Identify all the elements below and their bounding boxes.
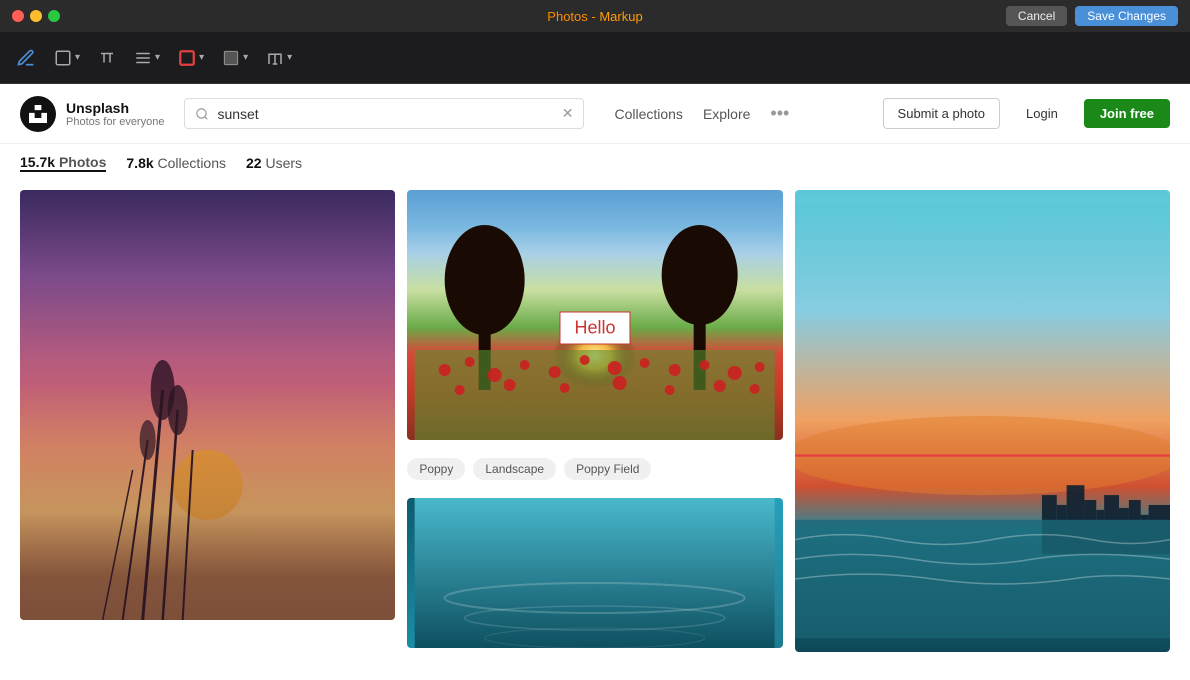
collections-tab[interactable]: 7.8k Collections xyxy=(126,155,226,171)
brand-name: Unsplash xyxy=(66,100,164,116)
minimize-button[interactable] xyxy=(30,10,42,22)
photo-grid: Hello Poppy Landscape Poppy Field xyxy=(0,182,1190,672)
close-button[interactable] xyxy=(12,10,24,22)
photos-tab[interactable]: 15.7k Photos xyxy=(20,154,106,172)
toolbar: ▾ ▾ ▾ ▾ ▾ xyxy=(0,32,1190,84)
search-bar[interactable]: ✕ xyxy=(184,98,584,129)
photos-label: Photos xyxy=(59,154,106,170)
join-free-button[interactable]: Join free xyxy=(1084,99,1170,128)
pen-tool[interactable] xyxy=(16,48,36,68)
photo-1[interactable] xyxy=(20,190,395,620)
font-chevron: ▾ xyxy=(287,52,292,63)
tag-poppy[interactable]: Poppy xyxy=(407,458,465,480)
search-input[interactable] xyxy=(217,106,553,122)
text-tool[interactable] xyxy=(98,49,116,67)
collections-label: Collections xyxy=(158,155,226,171)
logo-text: Unsplash Photos for everyone xyxy=(66,100,164,128)
photos-count: 15.7k xyxy=(20,154,55,170)
search-icon xyxy=(195,107,209,121)
window-title: Photos - Markup xyxy=(547,9,642,24)
shape-chevron: ▾ xyxy=(75,52,80,63)
photo-col-middle: Hello Poppy Landscape Poppy Field xyxy=(407,190,782,652)
cancel-button[interactable]: Cancel xyxy=(1006,6,1067,26)
login-button[interactable]: Login xyxy=(1012,99,1072,128)
app-name: Photos xyxy=(547,9,587,24)
content-area: Unsplash Photos for everyone ✕ Collectio… xyxy=(0,84,1190,680)
fill-color-tool[interactable]: ▾ xyxy=(222,49,248,67)
brand-subtitle: Photos for everyone xyxy=(66,116,164,128)
users-tab[interactable]: 22 Users xyxy=(246,155,302,171)
title-separator: - xyxy=(591,9,599,24)
unsplash-logo: Unsplash Photos for everyone xyxy=(20,96,164,132)
title-bar-actions: Cancel Save Changes xyxy=(1006,6,1178,26)
title-bar: Photos - Markup Cancel Save Changes xyxy=(0,0,1190,32)
tag-landscape[interactable]: Landscape xyxy=(473,458,556,480)
submit-photo-button[interactable]: Submit a photo xyxy=(883,98,1000,129)
nav-right: Submit a photo Login Join free xyxy=(883,98,1170,129)
tag-poppy-field[interactable]: Poppy Field xyxy=(564,458,651,480)
photo-2[interactable]: Hello xyxy=(407,190,782,440)
collections-link[interactable]: Collections xyxy=(614,106,682,122)
photo-4[interactable] xyxy=(795,190,1170,652)
nav-links: Collections Explore ••• xyxy=(614,103,789,124)
fill-chevron: ▾ xyxy=(243,52,248,63)
font-tool[interactable]: ▾ xyxy=(266,49,292,67)
border-chevron: ▾ xyxy=(199,52,204,63)
lines-chevron: ▾ xyxy=(155,52,160,63)
users-count: 22 xyxy=(246,155,262,171)
hello-annotation: Hello xyxy=(559,311,630,344)
mode-name: Markup xyxy=(599,9,642,24)
explore-link[interactable]: Explore xyxy=(703,106,750,122)
photo-col-right xyxy=(795,190,1170,652)
traffic-lights xyxy=(12,10,60,22)
collections-count: 7.8k xyxy=(126,155,153,171)
save-changes-button[interactable]: Save Changes xyxy=(1075,6,1178,26)
shape-tool[interactable]: ▾ xyxy=(54,49,80,67)
lines-tool[interactable]: ▾ xyxy=(134,49,160,67)
logo-icon xyxy=(20,96,56,132)
photo-3[interactable] xyxy=(407,498,782,648)
maximize-button[interactable] xyxy=(48,10,60,22)
hello-text: Hello xyxy=(574,317,615,337)
search-clear-button[interactable]: ✕ xyxy=(562,105,574,122)
photo-col-left xyxy=(20,190,395,652)
border-color-tool[interactable]: ▾ xyxy=(178,49,204,67)
results-bar: 15.7k Photos 7.8k Collections 22 Users xyxy=(0,144,1190,182)
unsplash-nav: Unsplash Photos for everyone ✕ Collectio… xyxy=(0,84,1190,144)
users-label: Users xyxy=(265,155,302,171)
photo-tags: Poppy Landscape Poppy Field xyxy=(407,452,782,486)
more-menu[interactable]: ••• xyxy=(770,103,789,124)
